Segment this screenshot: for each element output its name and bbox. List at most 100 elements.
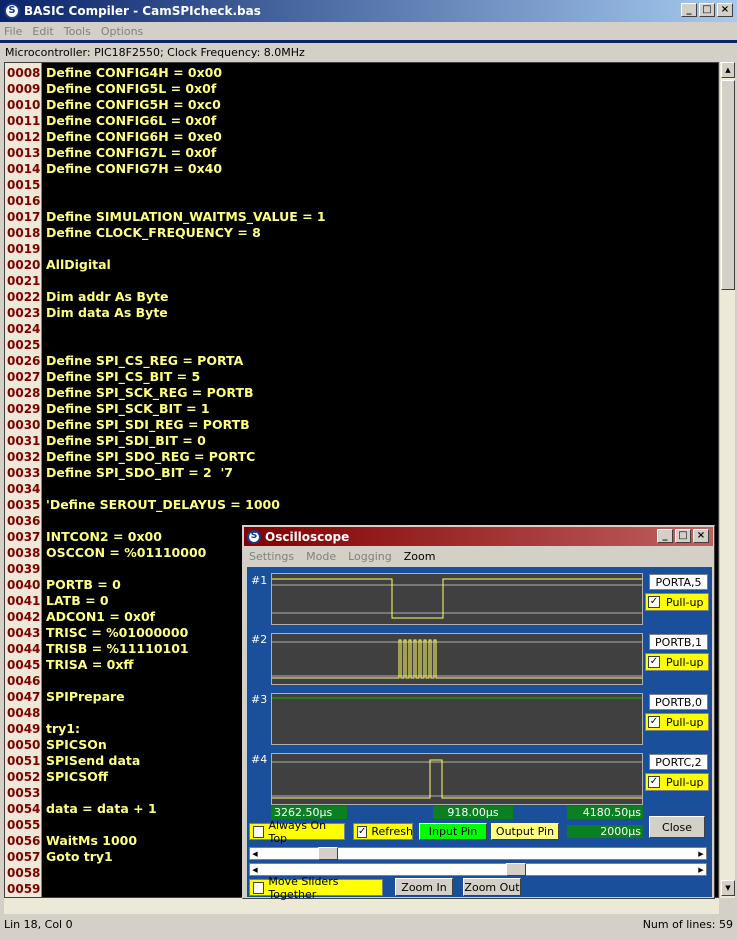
channel-1-pin[interactable]: PORTA,5 <box>649 574 708 590</box>
line-number: 0010 <box>7 98 41 112</box>
menu-options[interactable]: Options <box>101 25 143 38</box>
code-line: Dim addr As Byte <box>46 289 169 304</box>
line-number: 0012 <box>7 130 41 144</box>
code-line: TRISC = %01000000 <box>46 625 189 640</box>
channel-2-pin[interactable]: PORTB,1 <box>649 634 708 650</box>
oscilloscope-title-bar: S Oscilloscope _ □ × <box>244 527 713 546</box>
checkbox-checked-icon[interactable]: ✓ <box>648 596 660 608</box>
line-number: 0023 <box>7 306 41 320</box>
menu-file[interactable]: File <box>4 25 22 38</box>
pullup-label: Pull-up <box>666 655 704 669</box>
close-button[interactable]: × <box>717 3 733 17</box>
menu-tools[interactable]: Tools <box>64 25 91 38</box>
channel-1-pullup[interactable]: ✓ Pull-up <box>645 593 709 611</box>
menu-bar: File Edit Tools Options <box>0 22 737 40</box>
channel-label: #2 <box>251 633 268 646</box>
oscilloscope-window: S Oscilloscope _ □ × Settings Mode Loggi… <box>242 525 715 901</box>
osc-minimize-button[interactable]: _ <box>657 529 673 543</box>
code-line: SPIPrepare <box>46 689 125 704</box>
pullup-label: Pull-up <box>666 775 704 789</box>
code-line: Define SPI_SDO_REG = PORTC <box>46 449 256 464</box>
channel-label: #4 <box>251 753 268 766</box>
line-number: 0037 <box>7 530 41 544</box>
slider-left-icon[interactable]: ◀ <box>250 864 260 875</box>
line-number: 0041 <box>7 594 41 608</box>
checkbox-unchecked-icon[interactable] <box>253 881 265 894</box>
code-line: OSCCON = %01110000 <box>46 545 207 560</box>
checkbox-unchecked-icon[interactable] <box>253 825 265 838</box>
cursor-position: Lin 18, Col 0 <box>4 917 73 931</box>
line-number: 0027 <box>7 370 41 384</box>
line-number: 0033 <box>7 466 41 480</box>
channel-4-pin[interactable]: PORTC,2 <box>649 754 708 770</box>
code-line: SPICSOn <box>46 737 107 752</box>
code-line: Define SPI_SCK_BIT = 1 <box>46 401 210 416</box>
channel-label: #3 <box>251 693 268 706</box>
slider-left-icon[interactable]: ◀ <box>250 848 260 859</box>
line-number: 0058 <box>7 866 41 880</box>
line-number: 0035 <box>7 498 41 512</box>
osc-menu-mode[interactable]: Mode <box>306 550 336 563</box>
code-line: Define CONFIG5L = 0x0f <box>46 81 217 96</box>
line-number: 0057 <box>7 850 41 864</box>
line-number: 0022 <box>7 290 41 304</box>
menu-edit[interactable]: Edit <box>32 25 53 38</box>
close-oscilloscope-button[interactable]: Close <box>649 816 705 838</box>
code-line: WaitMs 1000 <box>46 833 138 848</box>
code-line: TRISB = %11110101 <box>46 641 189 656</box>
minimize-button[interactable]: _ <box>681 3 697 17</box>
line-number: 0014 <box>7 162 41 176</box>
slider-thumb[interactable] <box>318 847 338 860</box>
refresh-label: Refresh <box>371 825 413 838</box>
line-count: Num of lines: 59 <box>642 917 733 931</box>
maximize-button[interactable]: □ <box>699 3 715 17</box>
code-line: Define CONFIG5H = 0xc0 <box>46 97 221 112</box>
osc-close-button[interactable]: × <box>693 529 709 543</box>
code-line: SPICSOff <box>46 769 108 784</box>
line-number: 0053 <box>7 786 41 800</box>
scroll-up-icon[interactable]: ▲ <box>721 62 735 78</box>
slider-right-icon[interactable]: ▶ <box>696 848 706 859</box>
checkbox-checked-icon[interactable]: ✓ <box>648 716 660 728</box>
code-line: TRISA = 0xff <box>46 657 134 672</box>
refresh-checkbox[interactable]: ✓ Refresh <box>353 823 413 840</box>
line-number: 0034 <box>7 482 41 496</box>
title-bar: S BASIC Compiler - CamSPIcheck.bas _ □ × <box>0 0 737 22</box>
checkbox-checked-icon[interactable]: ✓ <box>357 825 368 838</box>
channel-2-pullup[interactable]: ✓ Pull-up <box>645 653 709 671</box>
checkbox-checked-icon[interactable]: ✓ <box>648 776 660 788</box>
output-pin-button[interactable]: Output Pin <box>491 823 559 840</box>
slider-right-icon[interactable]: ▶ <box>696 864 706 875</box>
vertical-scrollbar[interactable]: ▲ ▼ <box>719 62 735 898</box>
oscilloscope-title: Oscilloscope <box>265 529 350 544</box>
channel-4-pullup[interactable]: ✓ Pull-up <box>645 773 709 791</box>
move-sliders-together-checkbox[interactable]: Move Sliders Together <box>249 875 383 901</box>
input-pin-button[interactable]: Input Pin <box>419 823 487 840</box>
code-line: Goto try1 <box>46 849 113 864</box>
code-line: Define CONFIG4H = 0x00 <box>46 65 223 80</box>
line-number: 0056 <box>7 834 41 848</box>
microcontroller-info: Microcontroller: PIC18F2550; Clock Frequ… <box>5 45 305 59</box>
line-number: 0017 <box>7 210 41 224</box>
code-line: Define CLOCK_FREQUENCY = 8 <box>46 225 261 240</box>
code-line: try1: <box>46 721 80 736</box>
code-line: SPISend data <box>46 753 141 768</box>
scroll-down-icon[interactable]: ▼ <box>721 880 735 896</box>
checkbox-checked-icon[interactable]: ✓ <box>648 656 660 668</box>
line-number: 0059 <box>7 882 41 896</box>
code-line: Define CONFIG6H = 0xe0 <box>46 129 222 144</box>
always-on-top-checkbox[interactable]: Always On Top <box>249 819 345 845</box>
osc-menu-logging[interactable]: Logging <box>348 550 392 563</box>
osc-menu-settings[interactable]: Settings <box>249 550 294 563</box>
line-number: 0025 <box>7 338 41 352</box>
line-number: 0051 <box>7 754 41 768</box>
zoom-out-button[interactable]: Zoom Out <box>463 878 521 896</box>
channel-3-pullup[interactable]: ✓ Pull-up <box>645 713 709 731</box>
scroll-thumb[interactable] <box>721 80 735 290</box>
osc-menu-zoom[interactable]: Zoom <box>404 550 436 563</box>
zoom-in-button[interactable]: Zoom In <box>395 878 453 896</box>
slider-thumb[interactable] <box>506 863 526 876</box>
osc-maximize-button[interactable]: □ <box>675 529 691 543</box>
left-cursor-slider[interactable]: ◀ ▶ <box>249 847 707 860</box>
channel-3-pin[interactable]: PORTB,0 <box>649 694 708 710</box>
